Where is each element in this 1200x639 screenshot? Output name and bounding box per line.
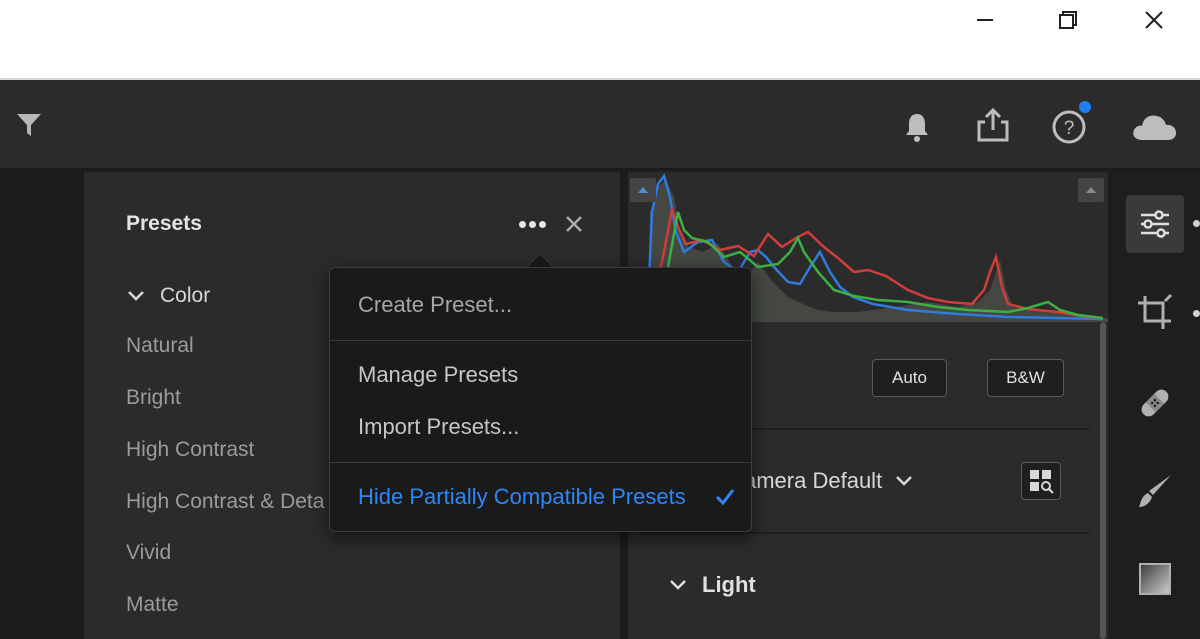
app-toolbar bbox=[0, 80, 1200, 170]
edit-tool-button[interactable] bbox=[1126, 195, 1184, 253]
more-dot-icon bbox=[538, 220, 546, 228]
hide-partially-compatible-menu-item[interactable]: Hide Partially Compatible Presets bbox=[358, 484, 686, 510]
cloud-icon[interactable] bbox=[1128, 106, 1180, 146]
triangle-up-icon bbox=[638, 187, 648, 193]
preset-item[interactable]: High Contrast bbox=[126, 438, 254, 462]
preset-item[interactable]: Vivid bbox=[126, 541, 171, 565]
panel-divider-line bbox=[640, 532, 1090, 534]
menu-separator bbox=[330, 340, 751, 341]
window-titlebar bbox=[0, 0, 1200, 78]
more-dot-icon bbox=[528, 220, 536, 228]
bell-icon[interactable] bbox=[898, 108, 936, 146]
import-presets-menu-item[interactable]: Import Presets... bbox=[358, 414, 519, 440]
minimize-icon bbox=[977, 19, 993, 21]
healing-icon bbox=[1141, 389, 1169, 417]
light-section-label: Light bbox=[702, 572, 756, 597]
tool-indicator-dot bbox=[1193, 310, 1200, 317]
preset-item[interactable]: Bright bbox=[126, 386, 181, 410]
healing-tool-button[interactable] bbox=[1126, 374, 1184, 432]
profile-label: amera Default bbox=[744, 468, 883, 493]
brush-icon bbox=[1139, 475, 1171, 507]
grid-search-icon bbox=[1030, 470, 1054, 494]
presets-title: Presets bbox=[126, 212, 202, 235]
checkmark-icon bbox=[715, 489, 735, 506]
crop-tool-button[interactable] bbox=[1126, 284, 1184, 342]
preset-group-label: Color bbox=[160, 284, 211, 307]
close-presets-button[interactable] bbox=[562, 212, 586, 236]
close-icon bbox=[566, 216, 582, 232]
gradient-icon bbox=[1139, 563, 1171, 595]
svg-text:?: ? bbox=[1064, 118, 1075, 139]
left-strip bbox=[0, 172, 84, 639]
profile-browser-button[interactable] bbox=[1021, 462, 1061, 500]
preset-item[interactable]: Matte bbox=[126, 593, 179, 617]
triangle-up-icon bbox=[1086, 187, 1096, 193]
tool-indicator-dot bbox=[1193, 220, 1200, 227]
more-options-button[interactable] bbox=[514, 212, 550, 236]
close-window-button[interactable] bbox=[1124, 0, 1184, 40]
close-icon bbox=[1145, 11, 1163, 29]
chevron-down-icon bbox=[128, 291, 144, 301]
edit-panel-scrollbar[interactable] bbox=[1100, 322, 1106, 639]
shadow-clipping-button[interactable] bbox=[630, 178, 656, 202]
preset-item[interactable]: Natural bbox=[126, 334, 194, 358]
gradient-tool-button[interactable] bbox=[1126, 550, 1184, 608]
minimize-button[interactable] bbox=[955, 0, 1015, 40]
chevron-down-icon bbox=[896, 476, 913, 486]
more-dot-icon bbox=[518, 220, 526, 228]
filter-icon[interactable] bbox=[14, 110, 44, 140]
light-section-header[interactable]: Light bbox=[668, 572, 756, 598]
preset-item[interactable]: High Contrast & Deta bbox=[126, 490, 324, 514]
auto-button[interactable]: Auto bbox=[872, 359, 947, 397]
presets-options-menu: Create Preset... Manage Presets Import P… bbox=[329, 267, 752, 532]
chevron-down-icon bbox=[670, 580, 686, 590]
notification-dot bbox=[1079, 101, 1091, 113]
highlight-clipping-button[interactable] bbox=[1078, 178, 1104, 202]
profile-dropdown[interactable]: amera Default bbox=[744, 468, 914, 494]
menu-separator bbox=[330, 462, 751, 463]
edit-sliders-icon bbox=[1141, 210, 1169, 238]
restore-button[interactable] bbox=[1038, 0, 1098, 40]
brush-tool-button[interactable] bbox=[1126, 462, 1184, 520]
restore-icon bbox=[1059, 11, 1077, 29]
share-icon[interactable] bbox=[972, 104, 1014, 146]
manage-presets-menu-item[interactable]: Manage Presets bbox=[358, 362, 518, 388]
crop-icon bbox=[1138, 293, 1173, 329]
preset-group-color[interactable]: Color bbox=[126, 284, 210, 308]
create-preset-menu-item[interactable]: Create Preset... bbox=[358, 292, 512, 318]
bw-button[interactable]: B&W bbox=[987, 359, 1064, 397]
